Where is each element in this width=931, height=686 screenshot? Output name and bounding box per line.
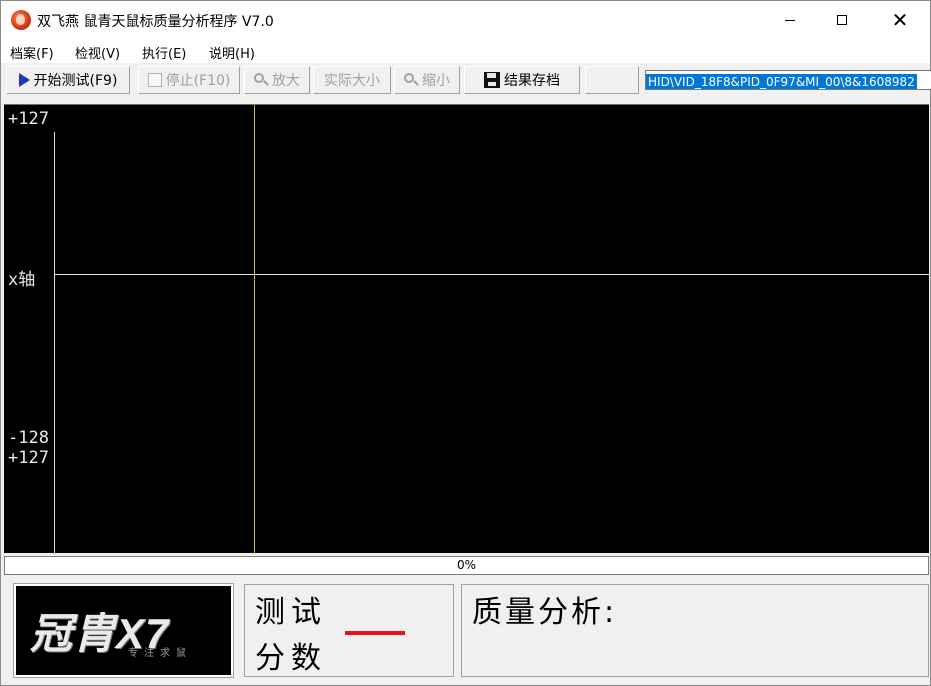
- score-value-dash: [345, 631, 405, 635]
- stop-checkbox-icon: [147, 73, 162, 87]
- plot-x-axis: [54, 274, 929, 275]
- zoom-out-icon: [404, 73, 419, 87]
- minimize-button[interactable]: [767, 1, 813, 39]
- title-bar[interactable]: 双飞燕 鼠青天鼠标质量分析程序 V7.0 ✕: [1, 1, 930, 39]
- plot-cursor-line: [254, 105, 255, 553]
- menu-view[interactable]: 检视(V): [75, 43, 120, 62]
- window-title: 双飞燕 鼠青天鼠标质量分析程序 V7.0: [37, 14, 274, 30]
- actual-size-label: 实际大小: [324, 73, 380, 89]
- close-button[interactable]: ✕: [877, 1, 923, 39]
- menu-help[interactable]: 说明(H): [209, 43, 255, 62]
- floppy-disk-icon: [484, 72, 500, 88]
- save-results-button[interactable]: 结果存档: [464, 66, 580, 94]
- start-test-button[interactable]: 开始测试(F9): [6, 66, 130, 94]
- progress-bar: 0%: [4, 556, 929, 575]
- progress-text: 0%: [456, 558, 477, 572]
- quality-analysis-label: 质量分析:: [472, 595, 618, 630]
- score-label-line1: 测试: [255, 595, 327, 630]
- top-max-label: +127: [8, 109, 49, 129]
- app-window: 双飞燕 鼠青天鼠标质量分析程序 V7.0 ✕ 档案(F) 检视(V) 执行(E)…: [0, 0, 931, 686]
- actual-size-button[interactable]: 实际大小: [313, 66, 391, 94]
- brand-logo-panel: 冠胄X7 专注求鼠: [13, 583, 234, 678]
- score-label-line2: 分数: [255, 641, 327, 676]
- app-icon[interactable]: [11, 10, 31, 30]
- zoom-in-icon: [254, 73, 269, 87]
- start-test-label: 开始测试(F9): [33, 73, 118, 89]
- maximize-icon: [837, 15, 847, 25]
- menu-file[interactable]: 档案(F): [10, 43, 54, 62]
- zoom-in-button[interactable]: 放大: [244, 66, 310, 94]
- bottom-max-label: +127: [8, 448, 49, 468]
- stop-label: 停止(F10): [165, 73, 231, 89]
- score-panel: 测试 分数: [244, 584, 454, 677]
- close-icon: ✕: [891, 8, 909, 32]
- device-id-text: HID\VID_18F8&PID_0F97&MI_00\8&1608982: [646, 74, 917, 89]
- x-axis-label: x轴: [8, 270, 36, 290]
- toolbar-separator: [585, 66, 639, 94]
- minimize-icon: [785, 19, 795, 21]
- menu-bar: 档案(F) 检视(V) 执行(E) 说明(H): [1, 39, 930, 63]
- top-min-label: -128: [8, 428, 49, 448]
- quality-analysis-panel: 质量分析:: [461, 584, 929, 677]
- stop-button[interactable]: 停止(F10): [138, 66, 240, 94]
- plot-y-axis: [54, 132, 55, 553]
- plot-area[interactable]: +127 x轴 -128 +127: [4, 104, 929, 553]
- brand-slogan: 专注求鼠: [128, 648, 192, 659]
- zoom-out-label: 缩小: [422, 73, 450, 89]
- device-id-field[interactable]: HID\VID_18F8&PID_0F97&MI_00\8&1608982: [645, 70, 931, 90]
- zoom-in-label: 放大: [272, 73, 300, 89]
- toolbar: 开始测试(F9) 停止(F10) 放大 实际大小 缩小 结果存档 HID\VID…: [1, 64, 931, 98]
- zoom-out-button[interactable]: 缩小: [394, 66, 460, 94]
- play-icon: [18, 73, 30, 87]
- save-results-label: 结果存档: [504, 73, 560, 89]
- maximize-button[interactable]: [819, 1, 865, 39]
- menu-execute[interactable]: 执行(E): [142, 43, 186, 62]
